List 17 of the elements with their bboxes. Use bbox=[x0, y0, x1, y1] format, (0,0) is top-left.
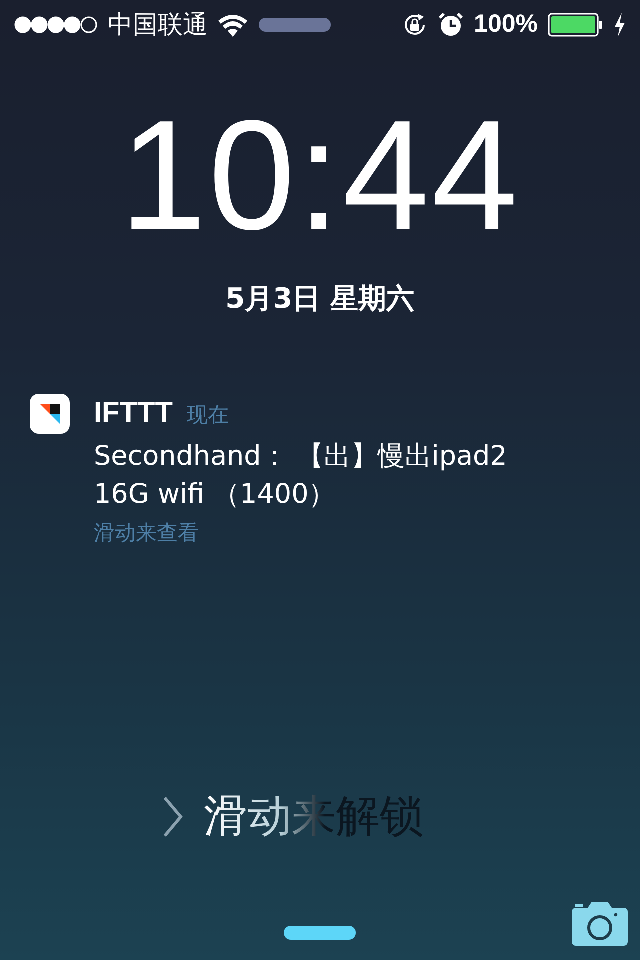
clock-date: 5月3日 星期六 bbox=[226, 281, 414, 317]
home-handle[interactable] bbox=[284, 926, 356, 940]
app-icon bbox=[30, 394, 70, 434]
app-name: IFTTT bbox=[94, 396, 173, 431]
wifi-icon bbox=[218, 13, 248, 37]
pull-handle[interactable] bbox=[259, 18, 332, 32]
battery-icon bbox=[548, 13, 604, 37]
signal-icon bbox=[14, 16, 98, 34]
clock-time: 10:44 bbox=[120, 92, 520, 260]
chevron-right-icon bbox=[162, 796, 184, 838]
carrier-name: 中国联通 bbox=[108, 9, 208, 42]
battery-percent: 100% bbox=[474, 9, 538, 40]
alarm-clock-icon bbox=[438, 12, 464, 38]
notification-time: 现在 bbox=[186, 402, 229, 429]
camera-icon[interactable] bbox=[572, 902, 628, 946]
notification-message: Secondhand： 【出】慢出ipad2 16G wifi （1400） bbox=[94, 440, 508, 512]
view-hint[interactable]: 滑动来查看 bbox=[94, 518, 594, 549]
